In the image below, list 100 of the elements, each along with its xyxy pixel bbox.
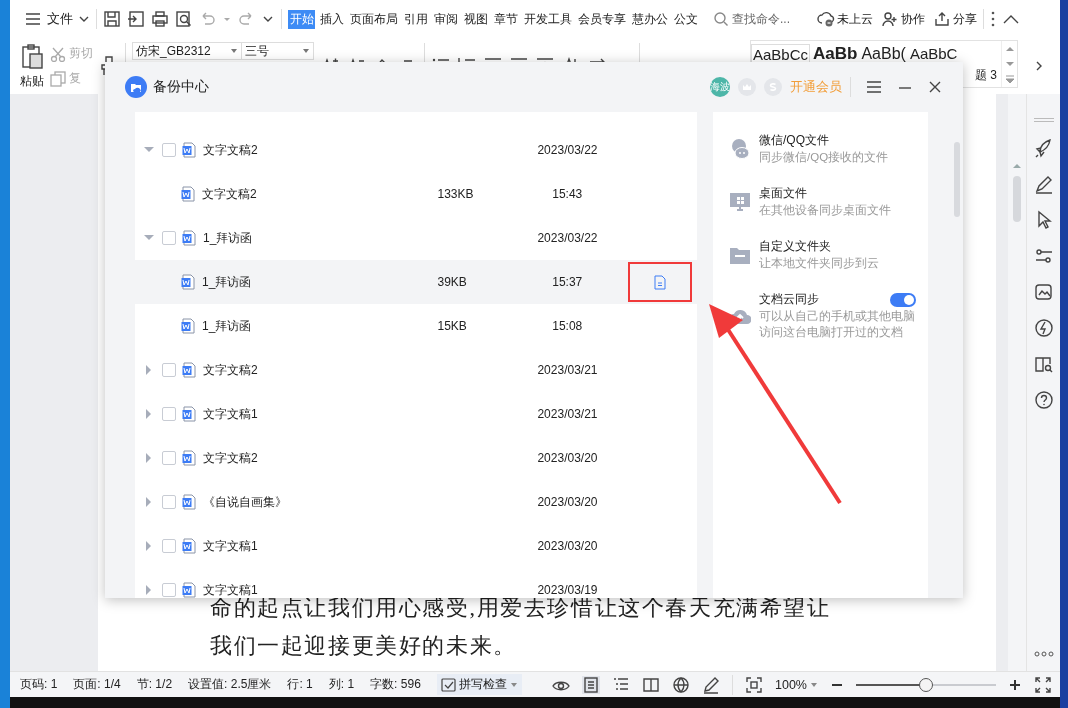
file-row[interactable]: 文字文稿2 2023/03/22 bbox=[135, 128, 697, 172]
close-icon[interactable] bbox=[927, 79, 943, 95]
expand-icon[interactable] bbox=[1003, 74, 1016, 84]
document-icon bbox=[182, 362, 196, 378]
file-row[interactable]: 文字文稿2 2023/03/20 bbox=[135, 436, 697, 480]
ribbon-tab[interactable]: 审阅 bbox=[432, 9, 459, 29]
file-name: 文字文稿1 bbox=[203, 405, 259, 423]
file-menu[interactable]: 文件 bbox=[24, 10, 90, 28]
pencil-icon[interactable] bbox=[702, 675, 720, 694]
checkbox[interactable] bbox=[162, 583, 176, 597]
option-description: 同步微信/QQ接收的文件 bbox=[759, 150, 890, 165]
caret-icon bbox=[78, 14, 90, 24]
share-icon bbox=[933, 10, 951, 28]
option-description: 让本地文件夹同步到云 bbox=[759, 256, 880, 271]
zoom-dropdown[interactable]: 100% bbox=[775, 677, 818, 692]
more-icon[interactable] bbox=[990, 10, 996, 28]
slider-thumb[interactable] bbox=[919, 677, 933, 692]
checkbox[interactable] bbox=[162, 231, 176, 245]
status-text: 页码: 1 bbox=[20, 676, 58, 693]
pen-icon[interactable] bbox=[1033, 174, 1054, 194]
font-size-field[interactable]: 三号 bbox=[242, 42, 314, 60]
toolbar-button[interactable]: 分享 bbox=[933, 10, 977, 28]
file-row[interactable]: 1_拜访函 15KB 15:08 bbox=[135, 304, 697, 348]
ribbon-tab[interactable]: 视图 bbox=[462, 9, 489, 29]
scissors-icon bbox=[50, 45, 66, 62]
more-icon[interactable] bbox=[1033, 651, 1054, 657]
option-description: 在其他设备同步桌面文件 bbox=[759, 203, 892, 218]
file-row[interactable]: 1_拜访函 39KB 15:37 bbox=[135, 260, 697, 304]
spell-check-button[interactable]: 拼写检查 bbox=[436, 674, 522, 695]
scrollbar-thumb[interactable] bbox=[954, 142, 960, 217]
file-row[interactable]: 文字文稿2 133KB 15:43 bbox=[135, 172, 697, 216]
file-row[interactable]: 文字文稿1 2023/03/21 bbox=[135, 392, 697, 436]
lightning-icon[interactable] bbox=[1033, 318, 1054, 338]
scroll-thumb[interactable] bbox=[1013, 176, 1021, 222]
checkbox[interactable] bbox=[162, 539, 176, 553]
preview-icon[interactable] bbox=[175, 10, 193, 28]
add-user-icon bbox=[881, 10, 899, 28]
document-icon bbox=[182, 406, 196, 422]
next-icon[interactable] bbox=[1034, 60, 1044, 72]
ribbon-tab[interactable]: 插入 bbox=[318, 9, 345, 29]
option-description: 可以从自己的手机或其他电脑访问这台电脑打开过的文档 bbox=[759, 309, 916, 340]
checkbox[interactable] bbox=[162, 407, 176, 421]
book-search-icon[interactable] bbox=[1033, 354, 1054, 374]
ribbon-tab[interactable]: 引用 bbox=[402, 9, 429, 29]
option-title[interactable]: 自定义文件夹 bbox=[759, 238, 831, 255]
ribbon-tab[interactable]: 公文 bbox=[672, 9, 699, 29]
fullscreen-icon[interactable] bbox=[1034, 675, 1052, 694]
checkbox[interactable] bbox=[162, 143, 176, 157]
sliders-icon[interactable] bbox=[1033, 246, 1054, 266]
toggle-switch[interactable] bbox=[890, 292, 916, 307]
status-text: 节: 1/2 bbox=[136, 676, 173, 693]
checkbox[interactable] bbox=[162, 363, 176, 377]
file-date: 2023/03/19 bbox=[536, 583, 599, 597]
status-text: 页面: 1/4 bbox=[73, 676, 121, 693]
file-row[interactable]: 文字文稿1 2023/03/19 bbox=[135, 568, 697, 598]
book-icon[interactable] bbox=[642, 675, 660, 694]
print-icon[interactable] bbox=[151, 10, 169, 28]
checkbox[interactable] bbox=[162, 495, 176, 509]
style-preset[interactable]: AaBb bbox=[812, 44, 859, 64]
ribbon-tab[interactable]: 页面布局 bbox=[348, 9, 399, 29]
image-edit-icon[interactable] bbox=[1033, 282, 1054, 302]
save-icon[interactable] bbox=[103, 10, 121, 28]
collapse-icon[interactable] bbox=[1002, 12, 1020, 26]
style-preset[interactable]: AaBb( bbox=[860, 44, 907, 64]
help-icon[interactable] bbox=[1033, 390, 1054, 410]
chat-bubble-icon bbox=[729, 137, 751, 160]
ribbon-tab[interactable]: 开发工具 bbox=[522, 9, 573, 29]
export-icon[interactable] bbox=[127, 10, 145, 28]
file-row[interactable]: 《自说自画集》 2023/03/20 bbox=[135, 480, 697, 524]
page-view-icon[interactable] bbox=[582, 675, 600, 694]
ribbon-tab[interactable]: 章节 bbox=[492, 9, 519, 29]
option-title[interactable]: 微信/QQ文件 bbox=[759, 132, 829, 149]
document-icon bbox=[182, 230, 196, 246]
globe-icon[interactable] bbox=[672, 675, 690, 694]
ribbon-tab[interactable]: 慧办公 bbox=[630, 9, 669, 29]
option-title[interactable]: 文档云同步 bbox=[759, 291, 819, 308]
document-icon[interactable] bbox=[652, 274, 667, 290]
menu-icon[interactable] bbox=[865, 79, 883, 95]
toolbar-button[interactable]: 未上云 bbox=[817, 10, 873, 28]
file-row[interactable]: 1_拜访函 2023/03/22 bbox=[135, 216, 697, 260]
file-name: 文字文稿2 bbox=[203, 141, 259, 159]
grip-handle[interactable] bbox=[1033, 118, 1054, 122]
paste-button[interactable]: 粘贴 bbox=[20, 42, 44, 90]
fit-icon[interactable] bbox=[745, 675, 763, 694]
document-icon bbox=[181, 186, 195, 202]
rocket-icon[interactable] bbox=[1033, 138, 1054, 158]
zoom-in-icon[interactable] bbox=[1008, 677, 1022, 692]
file-date: 2023/03/20 bbox=[536, 451, 599, 465]
toolbar-button[interactable]: 协作 bbox=[881, 10, 925, 28]
document-icon bbox=[182, 494, 196, 510]
file-row[interactable]: 文字文稿1 2023/03/20 bbox=[135, 524, 697, 568]
checkbox[interactable] bbox=[162, 451, 176, 465]
style-preset[interactable]: AaBbC bbox=[908, 44, 959, 64]
file-date: 2023/03/22 bbox=[536, 143, 599, 157]
file-row[interactable]: 文字文稿2 2023/03/21 bbox=[135, 348, 697, 392]
search-field[interactable]: 查找命令... bbox=[713, 11, 805, 27]
ribbon-tab[interactable]: 会员专享 bbox=[576, 9, 627, 29]
font-name-field[interactable]: 仿宋_GB2312 bbox=[132, 42, 242, 60]
option-title[interactable]: 桌面文件 bbox=[759, 185, 807, 202]
file-name: 1_拜访函 bbox=[202, 273, 253, 291]
